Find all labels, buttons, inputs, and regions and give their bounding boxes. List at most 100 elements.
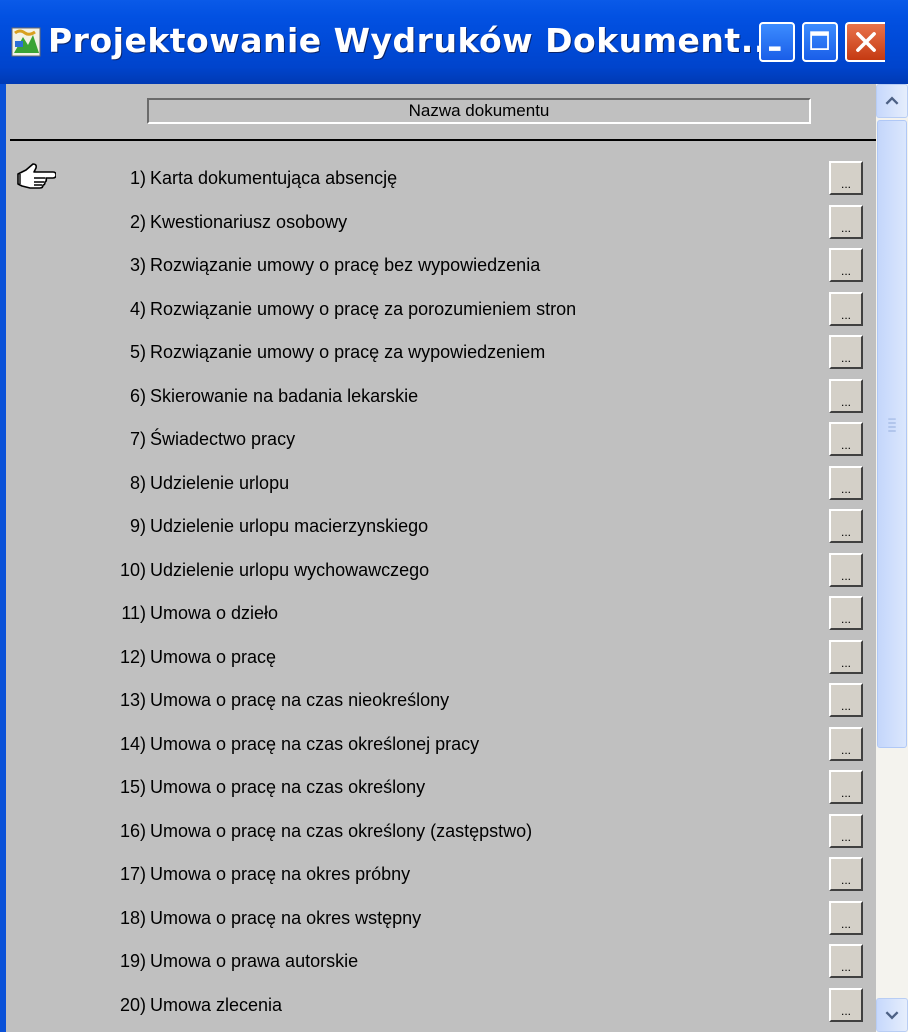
row-number: 12) <box>119 646 146 667</box>
table-row[interactable]: 8) Udzielenie urlopu... <box>10 461 876 505</box>
grip-icon <box>888 418 896 432</box>
document-name: Skierowanie na badania lekarskie <box>150 385 419 406</box>
edit-button-label: ... <box>840 481 851 496</box>
edit-document-button[interactable]: ... <box>829 161 863 195</box>
edit-document-button[interactable]: ... <box>829 204 863 239</box>
app-icon[interactable] <box>11 27 41 57</box>
document-name: Rozwiązanie umowy o pracę za porozumieni… <box>150 298 577 319</box>
edit-document-button[interactable]: ... <box>829 813 863 848</box>
document-name: Udzielenie urlopu wychowawczego <box>150 559 430 580</box>
edit-document-button[interactable]: ... <box>829 378 863 413</box>
document-name: Umowa o pracę na okres próbny <box>150 864 411 884</box>
row-number: 3) <box>129 255 146 275</box>
edit-document-button[interactable]: ... <box>829 726 863 761</box>
table-row[interactable]: 18) Umowa o pracę na okres wstępny... <box>10 896 876 940</box>
edit-document-button[interactable]: ... <box>829 596 863 630</box>
vertical-scrollbar[interactable] <box>876 84 908 1032</box>
edit-document-button[interactable]: ... <box>829 335 863 369</box>
document-name: Umowa o pracę na czas nieokreślony <box>150 690 450 710</box>
edit-document-button[interactable]: ... <box>829 900 863 935</box>
table-row[interactable]: 4) Rozwiązanie umowy o pracę za porozumie… <box>10 287 876 331</box>
table-row[interactable]: 13) Umowa o pracę na czas nieokreślony... <box>10 678 876 722</box>
table-row[interactable]: 6) Skierowanie na badania lekarskie... <box>10 374 876 418</box>
edit-document-button[interactable]: ... <box>829 552 863 587</box>
edit-document-button[interactable]: ... <box>829 291 863 326</box>
edit-button-label: ... <box>840 829 851 844</box>
document-name: Umowa o pracę na okres wstępny <box>150 907 422 928</box>
table-row[interactable]: 15) Umowa o pracę na czas określony... <box>10 765 876 809</box>
edit-button-label: ... <box>840 220 851 235</box>
table-row[interactable]: 19) Umowa o prawa autorskie... <box>10 939 876 983</box>
edit-document-button[interactable]: ... <box>829 465 863 500</box>
table-row[interactable]: 5) Rozwiązanie umowy o pracę za wypowiedz… <box>10 330 876 374</box>
edit-button-label: ... <box>840 699 851 713</box>
document-name: Umowa o pracę na czas określony <box>150 777 426 797</box>
row-number: 13) <box>119 690 146 710</box>
edit-button-label: ... <box>840 525 851 539</box>
row-number: 10) <box>119 559 146 580</box>
row-number: 19) <box>119 951 146 971</box>
edit-document-button[interactable]: ... <box>829 639 863 674</box>
row-number: 5) <box>129 342 146 362</box>
row-number: 8) <box>129 472 146 493</box>
table-row[interactable]: 7) Świadectwo pracy... <box>10 417 876 461</box>
table-row[interactable]: 1) Karta dokumentująca absencję... <box>10 156 876 200</box>
table-row[interactable]: 2) Kwestionariusz osobowy... <box>10 200 876 244</box>
edit-document-button[interactable]: ... <box>829 248 863 282</box>
edit-document-button[interactable]: ... <box>829 987 863 1022</box>
header-divider <box>10 139 876 141</box>
edit-button-label: ... <box>840 916 851 931</box>
document-name: Umowa o prawa autorskie <box>150 951 359 971</box>
document-name: Kwestionariusz osobowy <box>150 211 348 232</box>
scrollbar-thumb[interactable] <box>877 120 907 748</box>
row-number: 6) <box>129 385 146 406</box>
edit-button-label: ... <box>840 873 851 887</box>
document-name: Umowa o pracę na czas określonej pracy <box>150 733 480 754</box>
table-row[interactable]: 12) Umowa o pracę... <box>10 635 876 679</box>
row-number: 11) <box>121 603 146 623</box>
edit-document-button[interactable]: ... <box>829 944 863 978</box>
table-row[interactable]: 9) Udzielenie urlopu macierzynskiego... <box>10 504 876 548</box>
chevron-down-icon <box>885 1011 899 1020</box>
edit-button-label: ... <box>840 786 851 800</box>
edit-document-button[interactable]: ... <box>829 770 863 804</box>
window-title: Projektowanie Wydruków Dokument... <box>48 21 780 60</box>
close-icon <box>856 32 876 52</box>
edit-document-button[interactable]: ... <box>829 422 863 456</box>
row-number: 7) <box>129 429 146 449</box>
document-name: Umowa o pracę <box>150 646 277 667</box>
table-row[interactable]: 3) Rozwiązanie umowy o pracę bez wypowied… <box>10 243 876 287</box>
row-number: 14) <box>119 733 146 754</box>
minimize-button[interactable] <box>759 22 795 62</box>
document-name: Umowa o pracę na czas określony (zastęps… <box>150 820 533 841</box>
edit-button-label: ... <box>840 612 851 626</box>
close-button[interactable] <box>845 22 885 62</box>
edit-document-button[interactable]: ... <box>829 509 863 543</box>
table-row[interactable]: 20) Umowa zlecenia... <box>10 983 876 1027</box>
document-name: Rozwiązanie umowy o pracę bez wypowiedze… <box>150 255 541 275</box>
row-number: 17) <box>119 864 146 884</box>
document-name: Udzielenie urlopu macierzynskiego <box>150 516 429 536</box>
table-row[interactable]: 11) Umowa o dzieło... <box>10 591 876 635</box>
scroll-down-button[interactable] <box>876 998 908 1032</box>
document-name: Umowa o dzieło <box>150 603 279 623</box>
scroll-up-button[interactable] <box>876 84 908 118</box>
edit-button-label: ... <box>840 438 851 452</box>
minimize-icon <box>769 46 781 51</box>
app-window: Projektowanie Wydruków Dokument... Nazwa… <box>0 0 908 1032</box>
row-number: 1) <box>129 168 146 188</box>
title-bar[interactable]: Projektowanie Wydruków Dokument... <box>0 0 908 84</box>
maximize-icon <box>810 31 829 50</box>
document-name: Umowa zlecenia <box>150 994 283 1015</box>
document-name: Świadectwo pracy <box>150 429 296 449</box>
table-row[interactable]: 10) Udzielenie urlopu wychowawczego... <box>10 548 876 592</box>
document-grid: Nazwa dokumentu 1) Karta dokumentująca ab… <box>10 84 876 1032</box>
table-row[interactable]: 16) Umowa o pracę na czas określony (zast… <box>10 809 876 853</box>
maximize-button[interactable] <box>802 22 838 62</box>
edit-document-button[interactable]: ... <box>829 683 863 717</box>
table-row[interactable]: 14) Umowa o pracę na czas określonej prac… <box>10 722 876 766</box>
column-header[interactable]: Nazwa dokumentu <box>147 98 811 124</box>
row-number: 4) <box>129 298 146 319</box>
edit-document-button[interactable]: ... <box>829 857 863 891</box>
table-row[interactable]: 17) Umowa o pracę na okres próbny... <box>10 852 876 896</box>
